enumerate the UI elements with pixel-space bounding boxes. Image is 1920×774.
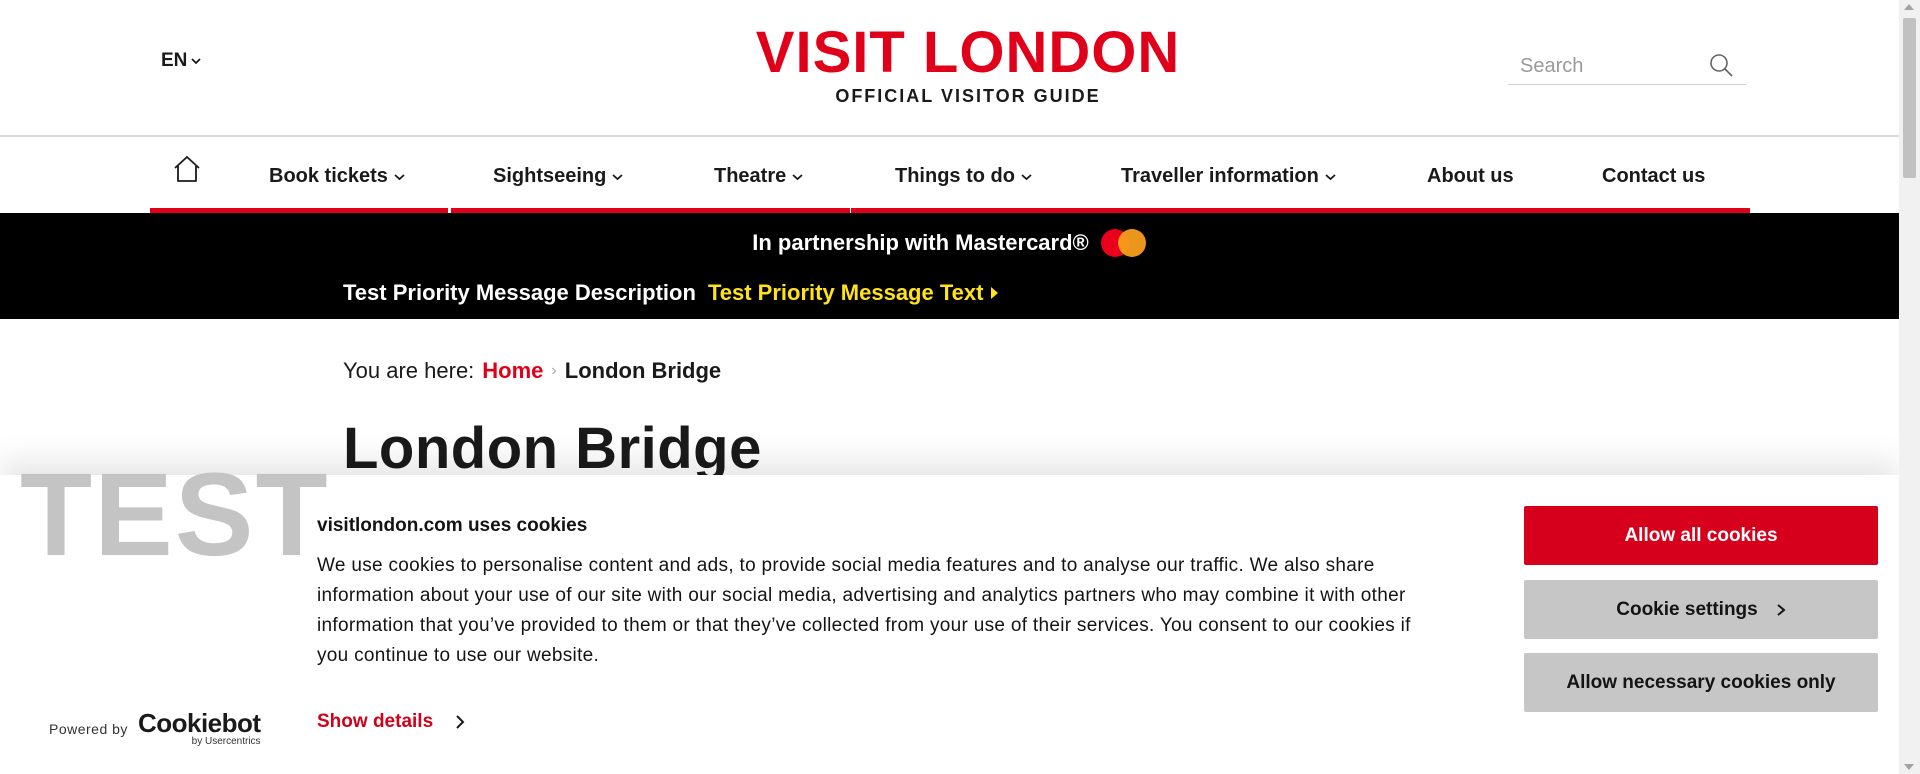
search-icon[interactable] xyxy=(1708,52,1734,78)
allow-all-cookies-button[interactable]: Allow all cookies xyxy=(1524,506,1878,565)
home-icon[interactable] xyxy=(172,155,202,183)
nav-things-to-do[interactable]: Things to do xyxy=(895,165,1032,188)
cookiebot-wordmark: Cookiebot xyxy=(137,708,261,738)
site-header: EN VISIT LONDON OFFICIAL VISITOR GUIDE xyxy=(0,0,1899,137)
chevron-down-icon xyxy=(612,173,623,180)
cookiebot-logo: Cookiebot by Usercentrics xyxy=(138,710,261,747)
partnership-text: In partnership with Mastercard® xyxy=(752,230,1089,255)
search-input[interactable] xyxy=(1508,53,1712,79)
show-details-link[interactable]: Show details xyxy=(317,711,465,733)
priority-message: Test Priority Message Description Test P… xyxy=(343,280,999,306)
scroll-thumb[interactable] xyxy=(1903,18,1916,178)
powered-by-label: Powered by xyxy=(49,720,128,737)
nav-traveller-information[interactable]: Traveller information xyxy=(1121,165,1336,188)
button-label: Cookie settings xyxy=(1616,598,1758,620)
nav-label: About us xyxy=(1427,165,1514,187)
nav-label: Contact us xyxy=(1602,165,1706,187)
breadcrumb-prefix: You are here: xyxy=(343,358,475,383)
show-details-label: Show details xyxy=(317,711,434,732)
site-logo[interactable]: VISIT LONDON OFFICIAL VISITOR GUIDE xyxy=(700,22,1236,107)
priority-link-label: Test Priority Message Text xyxy=(707,280,984,305)
nav-book-tickets[interactable]: Book tickets xyxy=(269,165,405,188)
main-nav: Book tickets Sightseeing Theatre Things … xyxy=(150,137,1750,209)
cookiebot-subtitle: by Usercentrics xyxy=(191,736,261,747)
scroll-up-icon[interactable] xyxy=(1904,4,1914,10)
cookie-title: visitlondon.com uses cookies xyxy=(317,515,588,536)
arrow-right-icon xyxy=(991,287,999,299)
chevron-down-icon xyxy=(792,173,803,180)
button-label: Allow necessary cookies only xyxy=(1566,671,1836,693)
button-label: Allow all cookies xyxy=(1624,524,1778,546)
logo-title: VISIT LONDON xyxy=(755,20,1181,85)
nav-contact-us[interactable]: Contact us xyxy=(1602,165,1705,188)
partnership-banner: In partnership with Mastercard® Test Pri… xyxy=(0,213,1899,319)
chevron-down-icon xyxy=(1325,173,1336,180)
breadcrumb-home-link[interactable]: Home xyxy=(482,358,543,384)
search-box xyxy=(1508,48,1746,85)
breadcrumb: You are here: Home › London Bridge xyxy=(343,358,721,384)
chevron-right-icon xyxy=(1777,603,1786,616)
cookie-banner: TEST visitlondon.com uses cookies We use… xyxy=(0,449,1899,774)
scroll-down-icon[interactable] xyxy=(1904,764,1914,770)
chevron-right-icon xyxy=(456,715,465,729)
nav-label: Book tickets xyxy=(269,165,388,187)
cookie-description: We use cookies to personalise content an… xyxy=(317,555,1411,666)
priority-link[interactable]: Test Priority Message Text xyxy=(708,280,1000,306)
language-selector[interactable]: EN xyxy=(161,50,202,72)
nav-label: Things to do xyxy=(895,165,1015,187)
language-label: EN xyxy=(161,50,188,71)
chevron-down-icon xyxy=(191,58,202,65)
page-scrollbar[interactable] xyxy=(1899,0,1920,774)
powered-by-cookiebot[interactable]: Powered by Cookiebot by Usercentrics xyxy=(49,710,261,747)
logo-subtitle: OFFICIAL VISITOR GUIDE xyxy=(835,86,1101,106)
mastercard-logo-icon xyxy=(1097,227,1147,259)
allow-necessary-cookies-button[interactable]: Allow necessary cookies only xyxy=(1524,653,1878,712)
chevron-down-icon xyxy=(1021,173,1032,180)
page-title: London Bridge xyxy=(343,416,762,481)
nav-label: Traveller information xyxy=(1121,165,1319,187)
cookie-settings-button[interactable]: Cookie settings xyxy=(1524,580,1878,639)
nav-sightseeing[interactable]: Sightseeing xyxy=(493,165,623,188)
priority-description: Test Priority Message Description xyxy=(343,280,696,305)
breadcrumb-separator-icon: › xyxy=(551,362,557,379)
nav-about-us[interactable]: About us xyxy=(1427,165,1514,188)
test-watermark: TEST xyxy=(20,449,330,581)
chevron-down-icon xyxy=(394,173,405,180)
partnership-line: In partnership with Mastercard® xyxy=(0,227,1899,259)
nav-theatre[interactable]: Theatre xyxy=(714,165,803,188)
nav-label: Theatre xyxy=(714,165,787,187)
nav-label: Sightseeing xyxy=(493,165,607,187)
breadcrumb-current: London Bridge xyxy=(564,358,722,383)
